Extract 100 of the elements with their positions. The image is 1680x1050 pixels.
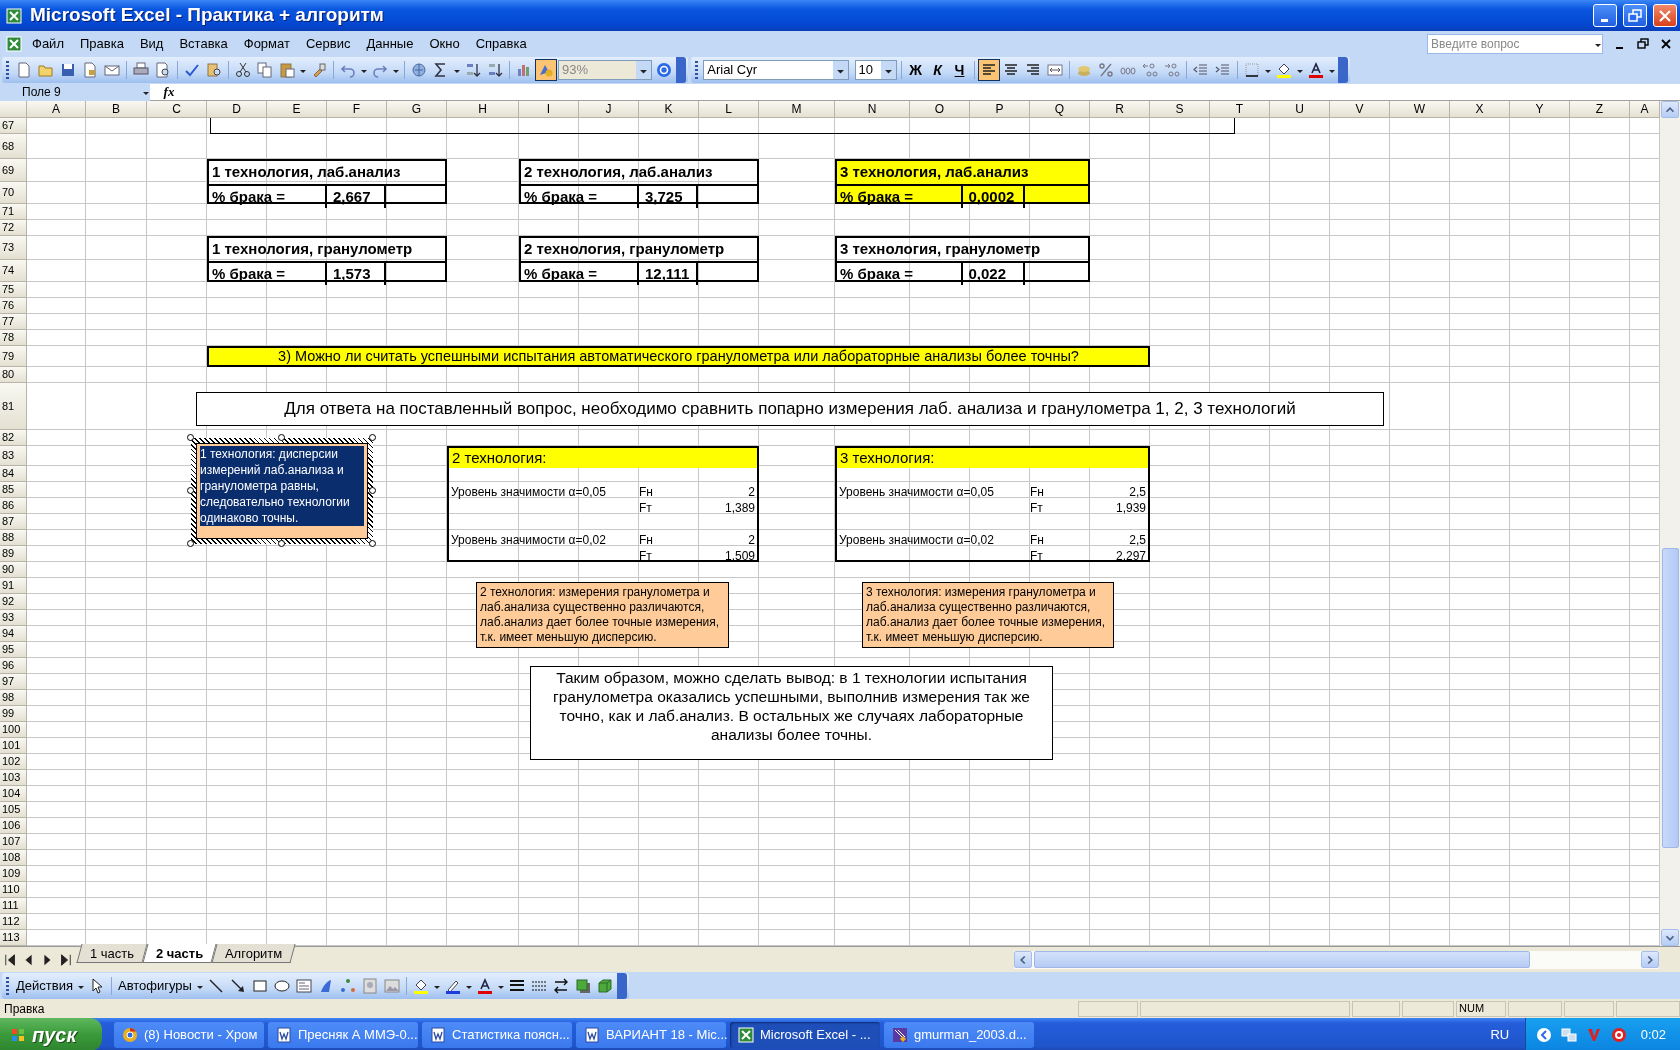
italic-button[interactable]: К xyxy=(927,60,948,80)
resize-handle[interactable] xyxy=(187,434,194,441)
row-header[interactable]: 95 xyxy=(0,642,27,658)
row-header[interactable]: 82 xyxy=(0,430,27,446)
resize-handle[interactable] xyxy=(187,487,194,494)
column-header[interactable]: U xyxy=(1270,101,1330,118)
row-header[interactable]: 87 xyxy=(0,514,27,530)
row-header[interactable]: 109 xyxy=(0,866,27,882)
column-header[interactable]: J xyxy=(579,101,639,118)
hyperlink-icon[interactable] xyxy=(409,60,429,80)
sheet-tab[interactable]: 1 часть xyxy=(75,944,148,964)
scroll-thumb[interactable] xyxy=(1034,951,1530,968)
row-header[interactable]: 73 xyxy=(0,236,27,260)
autoshapes-menu-button[interactable]: Автофигуры xyxy=(115,975,194,996)
column-header[interactable]: A xyxy=(27,101,86,118)
align-left-icon[interactable] xyxy=(978,60,999,80)
column-header[interactable]: S xyxy=(1150,101,1210,118)
column-header[interactable]: Z xyxy=(1570,101,1630,118)
row-header[interactable]: 76 xyxy=(0,298,27,314)
resize-handle[interactable] xyxy=(278,434,285,441)
row-header[interactable]: 96 xyxy=(0,658,27,674)
taskbar-button[interactable]: gmurman_2003.d... xyxy=(884,1021,1034,1048)
research-icon[interactable] xyxy=(204,60,224,80)
row-header[interactable]: 101 xyxy=(0,738,27,754)
column-header[interactable]: E xyxy=(267,101,327,118)
taskbar-button[interactable]: (8) Новости - Хром xyxy=(114,1021,264,1048)
toolbar-options-button[interactable] xyxy=(616,972,627,999)
language-indicator[interactable]: RU xyxy=(1490,1024,1510,1045)
row-header[interactable]: 67 xyxy=(0,118,27,134)
actions-menu-button[interactable]: Действия xyxy=(14,975,75,996)
row-header[interactable]: 106 xyxy=(0,818,27,834)
row-header[interactable]: 83 xyxy=(0,446,27,466)
menu-item[interactable]: Окно xyxy=(421,32,468,55)
drawing-icon[interactable] xyxy=(536,60,556,80)
row-header[interactable]: 108 xyxy=(0,850,27,866)
row-header[interactable]: 105 xyxy=(0,802,27,818)
row-header[interactable]: 92 xyxy=(0,594,27,610)
row-header[interactable]: 98 xyxy=(0,690,27,706)
row-header[interactable]: 112 xyxy=(0,914,27,930)
column-header[interactable]: P xyxy=(970,101,1030,118)
row-header[interactable]: 78 xyxy=(0,330,27,346)
underline-button[interactable]: Ч xyxy=(949,60,970,80)
resize-handle[interactable] xyxy=(369,487,376,494)
row-header[interactable]: 74 xyxy=(0,260,27,282)
resize-handle[interactable] xyxy=(187,540,194,547)
first-sheet-icon[interactable] xyxy=(4,952,18,967)
row-header[interactable]: 80 xyxy=(0,367,27,383)
column-header[interactable]: L xyxy=(699,101,759,118)
scroll-thumb[interactable] xyxy=(1661,548,1679,848)
menu-item[interactable]: Правка xyxy=(71,32,132,55)
row-header[interactable]: 91 xyxy=(0,578,27,594)
column-header[interactable]: I xyxy=(519,101,579,118)
column-header[interactable]: D xyxy=(207,101,267,118)
row-header[interactable]: 89 xyxy=(0,546,27,562)
row-header[interactable]: 68 xyxy=(0,134,27,159)
column-header[interactable]: H xyxy=(447,101,519,118)
column-header[interactable]: Q xyxy=(1030,101,1090,118)
column-header[interactable]: Y xyxy=(1510,101,1570,118)
row-header[interactable]: 104 xyxy=(0,786,27,802)
column-header[interactable]: M xyxy=(759,101,835,118)
row-header[interactable]: 88 xyxy=(0,530,27,546)
column-header[interactable]: N xyxy=(835,101,910,118)
column-header[interactable]: R xyxy=(1090,101,1150,118)
row-header[interactable]: 90 xyxy=(0,562,27,578)
row-header[interactable]: 93 xyxy=(0,610,27,626)
help-search-box[interactable]: Введите вопрос xyxy=(1427,33,1603,54)
resize-handle[interactable] xyxy=(369,540,376,547)
column-header[interactable]: O xyxy=(910,101,970,118)
last-sheet-icon[interactable] xyxy=(58,952,72,967)
dropdown-caret-icon[interactable] xyxy=(636,61,651,79)
row-header[interactable]: 69 xyxy=(0,159,27,182)
column-header[interactable]: T xyxy=(1210,101,1270,118)
row-header[interactable]: 94 xyxy=(0,626,27,642)
row-header[interactable]: 81 xyxy=(0,383,27,430)
toolbar-options-button[interactable] xyxy=(1337,57,1348,83)
taskbar-button[interactable]: ВАРИАНТ 18 - Mic... xyxy=(576,1021,726,1048)
menu-item[interactable]: Вид xyxy=(131,32,172,55)
menu-item[interactable]: Сервис xyxy=(297,32,359,55)
help-icon[interactable] xyxy=(654,60,674,80)
start-button[interactable]: пуск xyxy=(0,1018,102,1050)
workbook-icon[interactable] xyxy=(4,33,24,54)
row-header[interactable]: 86 xyxy=(0,498,27,514)
row-header[interactable]: 79 xyxy=(0,346,27,367)
row-header[interactable]: 77 xyxy=(0,314,27,330)
row-header[interactable]: 110 xyxy=(0,882,27,898)
row-header[interactable]: 100 xyxy=(0,722,27,738)
dropdown-caret-icon[interactable] xyxy=(880,61,896,79)
row-header[interactable]: 113 xyxy=(0,930,27,946)
menu-item[interactable]: Данные xyxy=(358,32,422,55)
resize-handle[interactable] xyxy=(369,434,376,441)
column-header[interactable]: C xyxy=(147,101,207,118)
taskbar-button[interactable]: Microsoft Excel - ... xyxy=(730,1021,880,1048)
paste-icon[interactable] xyxy=(277,60,297,80)
row-header[interactable]: 75 xyxy=(0,282,27,298)
column-header[interactable]: B xyxy=(86,101,147,118)
sheet-tab[interactable]: Алгоритм xyxy=(211,944,296,964)
column-header[interactable]: X xyxy=(1450,101,1510,118)
font-name-field[interactable]: Arial Cyr xyxy=(703,60,850,80)
column-header[interactable]: V xyxy=(1330,101,1390,118)
row-header[interactable]: 111 xyxy=(0,898,27,914)
